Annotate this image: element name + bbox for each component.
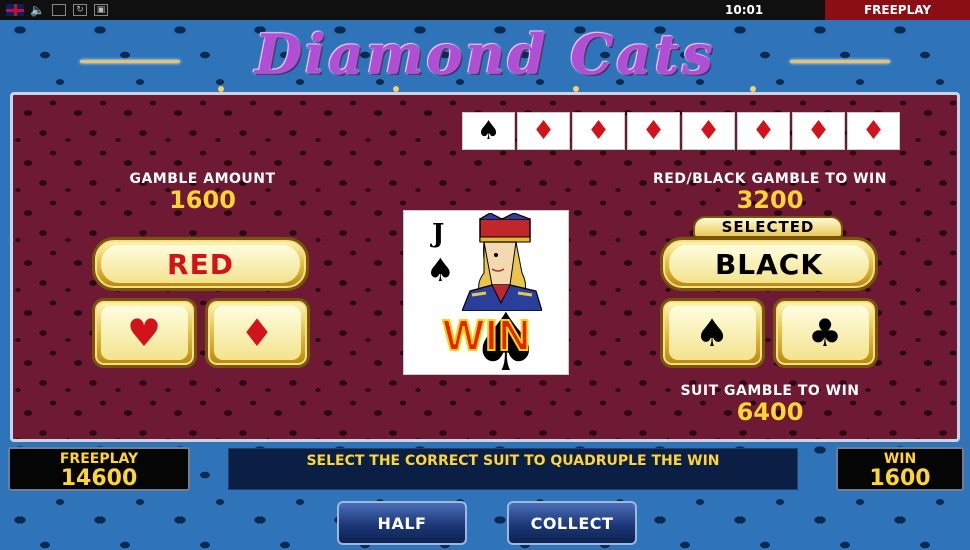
win-label: WIN xyxy=(883,451,917,467)
black-button[interactable]: BLACK xyxy=(660,237,878,291)
diamond-icon: ♦ xyxy=(214,306,301,360)
fullscreen-icon[interactable] xyxy=(52,4,66,16)
diamond-icon: ♦ xyxy=(806,116,831,146)
selected-badge: SELECTED xyxy=(693,216,843,238)
top-bar: 🔈 ↻ ▣ 10:01 FREEPLAY xyxy=(0,0,970,20)
instruction-message: SELECT THE CORRECT SUIT TO QUADRUPLE THE… xyxy=(228,448,798,490)
diamond-icon: ♦ xyxy=(586,116,611,146)
speaker-icon[interactable]: 🔈 xyxy=(30,3,45,17)
gamble-amount-label: GAMBLE AMOUNT xyxy=(129,171,276,187)
freeplay-label: FREEPLAY xyxy=(59,451,139,467)
black-button-label: BLACK xyxy=(669,245,869,283)
spade-button[interactable]: ♠ xyxy=(660,298,765,368)
suit-gamble-label: SUIT GAMBLE TO WIN xyxy=(680,383,860,399)
heart-icon: ♥ xyxy=(101,306,188,360)
heart-button[interactable]: ♥ xyxy=(92,298,197,368)
clock: 10:01 xyxy=(725,3,764,17)
card-rank: J xyxy=(432,219,445,249)
game-logo: Diamond Cats xyxy=(0,20,970,92)
spade-icon: ♠ xyxy=(476,116,501,146)
history-card: ♠ xyxy=(462,112,515,150)
club-button[interactable]: ♣ xyxy=(773,298,878,368)
history-card: ♦ xyxy=(682,112,735,150)
drawn-card: J ♠ ♠ WIN xyxy=(403,210,569,375)
win-box: WIN 1600 xyxy=(836,447,964,491)
history-card: ♦ xyxy=(572,112,625,150)
gamble-amount-value: 1600 xyxy=(169,186,236,214)
history-card: ♦ xyxy=(792,112,845,150)
freeplay-balance-box: FREEPLAY 14600 xyxy=(8,447,190,491)
mode-label: FREEPLAY xyxy=(825,0,970,20)
win-stamp: WIN xyxy=(442,310,532,361)
spade-icon: ♠ xyxy=(426,251,455,289)
red-button[interactable]: RED xyxy=(92,237,309,291)
red-button-label: RED xyxy=(101,245,300,283)
card-history: ♠ ♦ ♦ ♦ ♦ ♦ ♦ ♦ xyxy=(462,112,900,150)
freeplay-value: 14600 xyxy=(60,466,138,491)
half-button[interactable]: HALF xyxy=(337,501,467,545)
history-card: ♦ xyxy=(627,112,680,150)
diamond-icon: ♦ xyxy=(861,116,886,146)
suit-gamble-value: 6400 xyxy=(736,398,804,426)
diamond-icon: ♦ xyxy=(531,116,556,146)
history-card: ♦ xyxy=(737,112,790,150)
logo-title: Diamond Cats xyxy=(254,22,716,86)
diamond-icon: ♦ xyxy=(696,116,721,146)
settings-icon[interactable]: ▣ xyxy=(94,4,108,16)
diamond-button[interactable]: ♦ xyxy=(205,298,310,368)
uk-flag-icon[interactable] xyxy=(6,4,24,16)
diamond-icon: ♦ xyxy=(751,116,776,146)
spade-icon: ♠ xyxy=(669,306,756,360)
collect-button[interactable]: COLLECT xyxy=(507,501,637,545)
history-card: ♦ xyxy=(517,112,570,150)
club-icon: ♣ xyxy=(782,306,869,360)
refresh-icon[interactable]: ↻ xyxy=(73,4,87,16)
diamond-icon: ♦ xyxy=(641,116,666,146)
red-black-gamble-value: 3200 xyxy=(736,186,804,214)
win-value: 1600 xyxy=(869,466,931,491)
red-black-gamble-label: RED/BLACK GAMBLE TO WIN xyxy=(653,171,887,187)
history-card: ♦ xyxy=(847,112,900,150)
